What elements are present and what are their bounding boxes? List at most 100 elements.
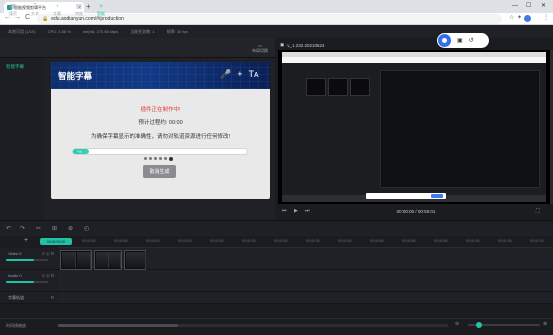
track-header-video: Video 0 ⊙ ◎ ⊟ [0, 248, 58, 270]
track-header-subtitle: 字幕轨道 ⊟ [0, 292, 58, 304]
audio-track[interactable] [58, 270, 553, 292]
left-sidebar: 智能字幕 [0, 58, 44, 220]
next-frame-icon[interactable]: ⏭ [305, 208, 310, 214]
ruler-tick-label: 00:01:05 [498, 239, 512, 243]
bookmark-star-icon[interactable]: ☆ [509, 13, 514, 23]
loading-dots-icon [144, 156, 173, 161]
ruler-tick-label: 00:00:30 [274, 239, 288, 243]
tool-text[interactable]: T 文本 [26, 2, 44, 18]
timecode: 00:00:00 / 00:59:01 [396, 209, 436, 214]
timeline-empty-area [0, 304, 553, 318]
ruler-tick-label: 00:00:50 [402, 239, 416, 243]
dialog-note: 为确保字幕显示的准确性，请勿对轨道资源进行任何修改! [90, 134, 231, 140]
progress-label: 7% [76, 149, 82, 154]
ruler-tick-label: 00:01:10 [530, 239, 544, 243]
redo-icon[interactable]: ↷ [20, 225, 25, 232]
playhead-timecode[interactable]: 00:00:00:00 [40, 238, 72, 245]
camera-icon[interactable]: ▣ [457, 37, 463, 44]
ruler-tick-label: 00:00:35 [306, 239, 320, 243]
audio-volume-slider[interactable] [6, 281, 48, 283]
extensions-icon[interactable]: ✦ [517, 13, 522, 23]
tool-media[interactable]: ▦ 媒资 [4, 2, 22, 18]
status-jobs: 当前任务数: 1 [130, 28, 155, 34]
dialog-title: 智能字幕 [58, 71, 93, 81]
status-fps: 帧率: 30 fps [166, 28, 188, 34]
record-icon[interactable] [438, 34, 451, 47]
browser-menu-icon[interactable]: ⋮ [543, 13, 549, 23]
video-clip[interactable] [60, 250, 92, 270]
zoom-out-icon[interactable]: ⊖ [455, 321, 459, 327]
zoom-icon[interactable]: ⊕ [68, 225, 73, 232]
timeline-zoom-slider[interactable] [468, 322, 540, 328]
video-clip[interactable] [94, 250, 122, 270]
progress-fill: 7% [73, 149, 89, 154]
timeline-horizontal-scrollbar[interactable] [58, 324, 448, 327]
sidebar-item-smart-subtitle[interactable]: 智能字幕 [6, 64, 24, 70]
timeline-ruler[interactable]: 00:00:00 00:00:05 00:00:10 00:00:15 00:00:20… [58, 236, 553, 248]
status-cpu: CPU: 3.56 % [47, 29, 71, 34]
progress-bar: 7% [72, 148, 248, 155]
ruler-tick-label: 00:00:10 [146, 239, 160, 243]
zoom-in-icon[interactable]: ⊕ [543, 321, 547, 327]
frame-inner-preview [380, 70, 540, 188]
track-controls-icon[interactable]: ⊙ ◎ ⊟ [42, 273, 54, 278]
video-clip[interactable] [124, 250, 146, 270]
subtitle-track[interactable] [58, 292, 553, 304]
tab-title: 智能视频剪辑平台 [14, 4, 46, 10]
frame-thumbnail [328, 78, 348, 96]
grid-icon[interactable]: ⊞ [52, 225, 57, 232]
player-controls: ⏮ ▶ ⏭ 00:00:00 / 00:59:01 ⛶ [278, 204, 550, 220]
screen-recorder-widget[interactable]: ▣ ↺ [437, 33, 489, 48]
undo-icon[interactable]: ↺ [469, 37, 474, 44]
dialog-header-icons: 🎤 + Tᴀ [220, 69, 258, 79]
window-maximize-button[interactable]: ☐ [526, 1, 531, 11]
prev-frame-icon[interactable]: ⏮ [282, 208, 287, 214]
profile-avatar[interactable] [524, 15, 531, 22]
tool-subtitle[interactable]: ◔ 字幕 [48, 2, 66, 18]
status-memory: 本地可用 (1/10) [8, 28, 36, 34]
video-volume-slider[interactable] [6, 259, 48, 261]
ruler-tick-label: 00:00:55 [434, 239, 448, 243]
track-header-audio: Audio 0 ⊙ ◎ ⊟ [0, 270, 58, 292]
ruler-tick-label: 00:00:45 [370, 239, 384, 243]
text-icon: T [33, 3, 37, 10]
text-size-icon: Tᴀ [248, 69, 259, 79]
smart-icon: ✧ [98, 3, 104, 10]
undo-icon[interactable]: ↶ [6, 225, 11, 232]
tool-effects[interactable]: ▤ 特效 [70, 2, 88, 18]
fullscreen-icon[interactable]: ⛶ [536, 208, 540, 214]
left-toolbar [0, 38, 275, 58]
frame-thumbnail [306, 78, 326, 96]
layout-switch-button[interactable]: ▭ 布局切换 [250, 40, 270, 56]
ruler-tick-label: 00:00:25 [242, 239, 256, 243]
subtitle-icon: ◔ [55, 3, 59, 10]
track-controls-icon[interactable]: ⊙ ◎ ⊟ [42, 251, 54, 256]
window-close-button[interactable]: ✕ [541, 1, 546, 11]
track-controls-icon[interactable]: ⊟ [51, 295, 54, 300]
preview-file-icon: ▣ [280, 42, 285, 47]
timeline-toolbar: ↶ ↷ ✂ ⊞ ⊕ ◴ [0, 220, 553, 236]
timeline-zoom-label: 时间线缩放 [6, 323, 26, 328]
frame-thumbnail [350, 78, 370, 96]
split-icon[interactable]: ✂ [36, 225, 41, 232]
mic-record-icon[interactable]: ◴ [84, 225, 89, 232]
effects-icon: ▤ [76, 3, 82, 10]
plus-icon: + [237, 69, 243, 79]
tool-smart[interactable]: ✧ 智能 [92, 2, 110, 18]
ruler-tick-label: 00:00:40 [338, 239, 352, 243]
ruler-tick-label: 00:01:00 [466, 239, 480, 243]
play-icon[interactable]: ▶ [294, 208, 298, 214]
preview-title: ▣ v_1.232.20210624 [280, 42, 325, 48]
window-minimize-button[interactable]: — [512, 1, 518, 11]
media-icon: ▦ [10, 3, 16, 10]
add-track-button[interactable]: + [24, 237, 28, 244]
ruler-tick-label: 00:00:00 [82, 239, 96, 243]
ruler-tick-label: 00:00:20 [210, 239, 224, 243]
ruler-tick-label: 00:00:05 [114, 239, 128, 243]
frame-share-dialog [366, 193, 446, 199]
cancel-generate-button[interactable]: 取消生成 [143, 165, 176, 178]
ruler-tick-label: 00:00:15 [178, 239, 192, 243]
status-net: net(fd): 270.55 kbps [82, 29, 119, 34]
dialog-eta: 预计过程约: 00:00 [138, 120, 183, 126]
microphone-icon: 🎤 [220, 69, 232, 79]
